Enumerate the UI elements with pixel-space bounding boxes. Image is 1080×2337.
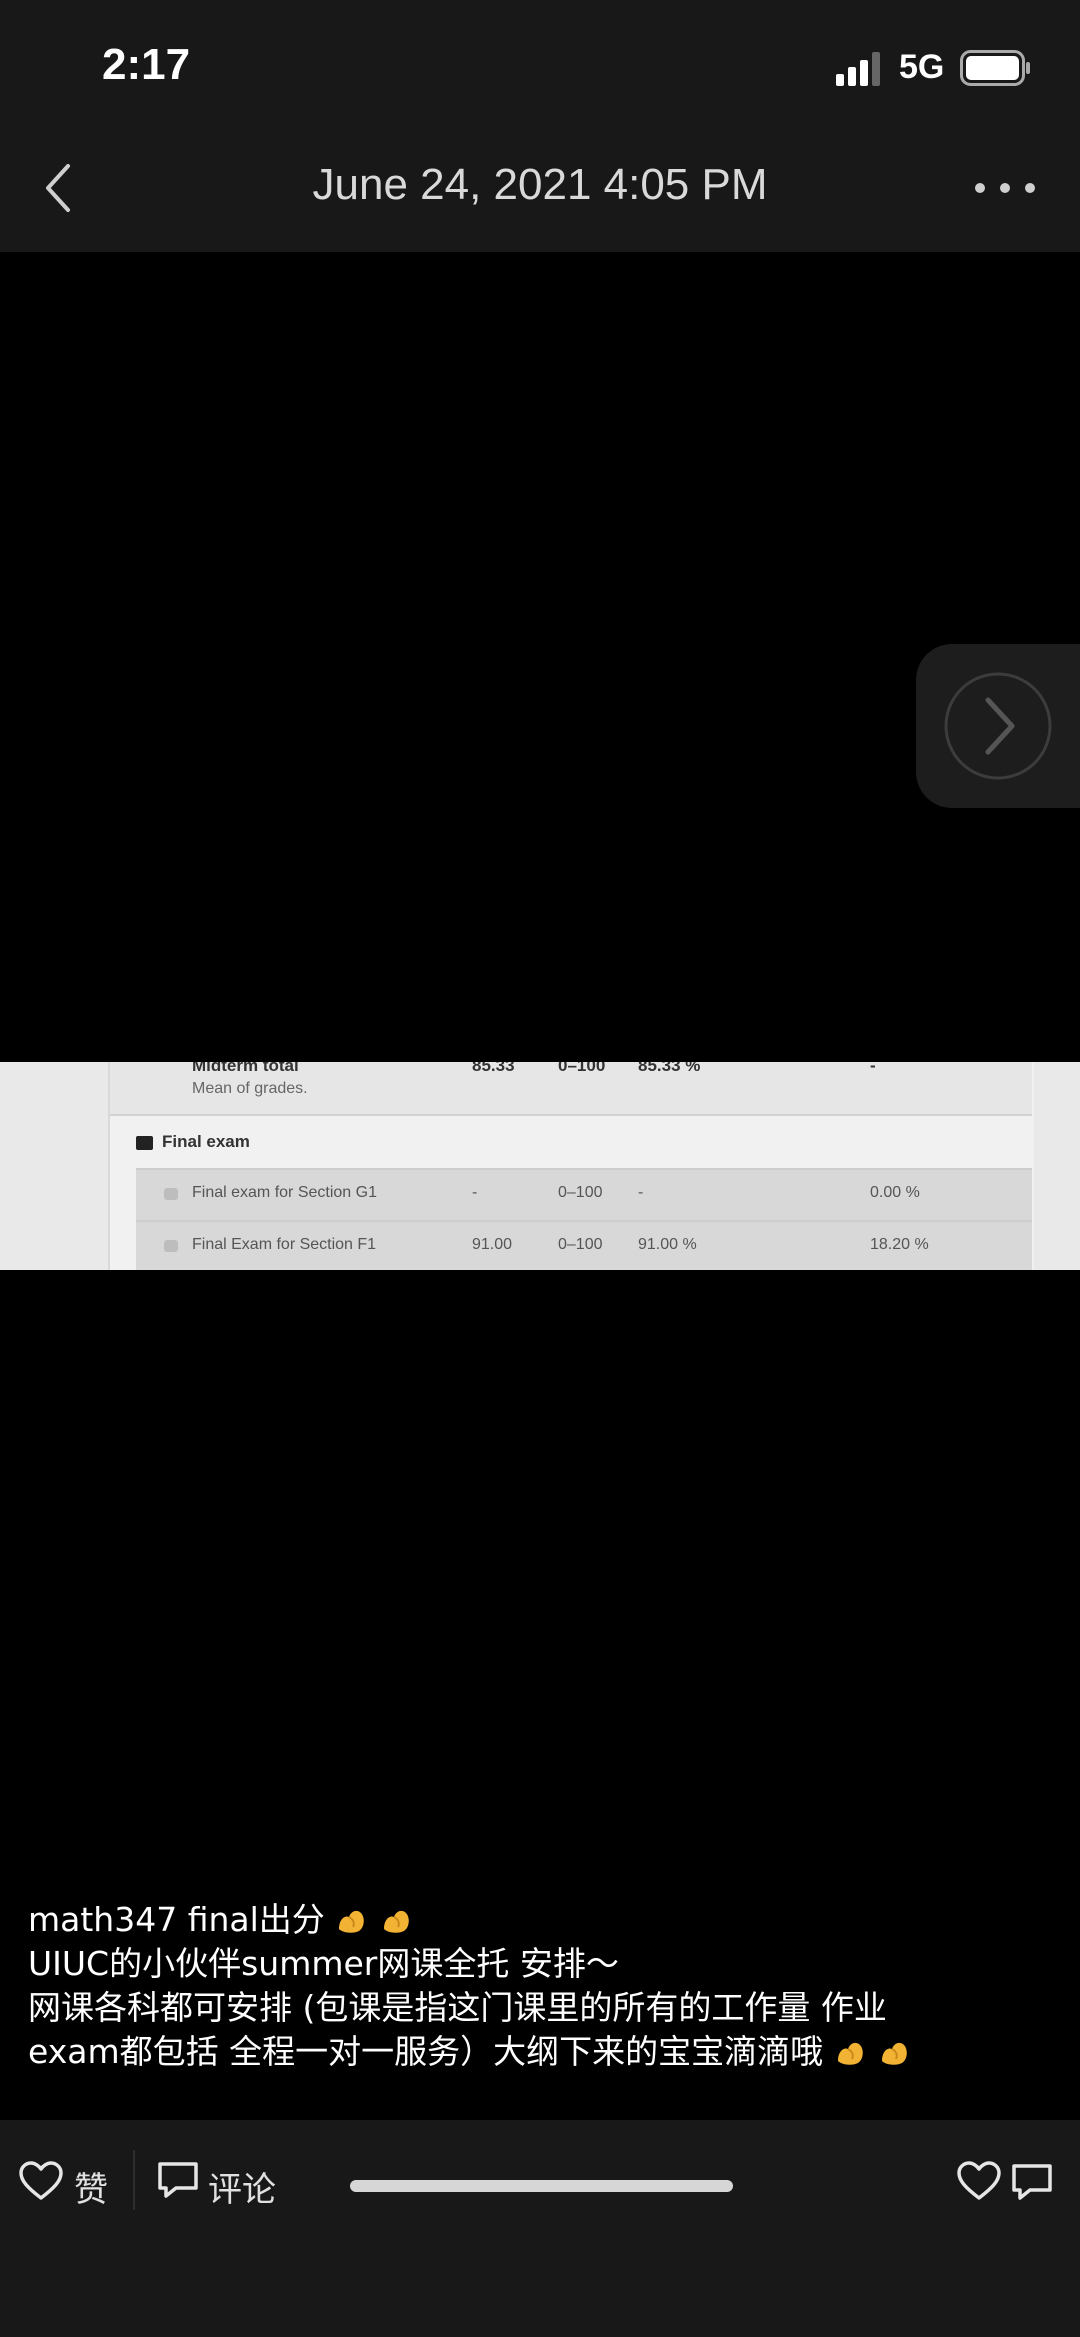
nav-bar: June 24, 2021 4:05 PM	[0, 130, 1080, 252]
grade-cell: 91.00	[472, 1236, 513, 1253]
caption-line: exam都包括 全程一对一服务）大纲下来的宝宝滴滴哦	[28, 2030, 1058, 2074]
heart-icon	[19, 2161, 63, 2200]
percentage-cell: -	[638, 1184, 644, 1201]
range-cell: 0–100	[558, 1062, 606, 1075]
network-label: 5G	[899, 48, 945, 86]
flexed-biceps-emoji	[339, 1910, 365, 1933]
comment-label: 评论	[208, 2170, 276, 2210]
flexed-biceps-emoji	[882, 2042, 907, 2065]
table-row: Midterm total Mean of grades. 85.33 0–10…	[110, 1062, 1032, 1116]
status-time: 2:17	[102, 40, 191, 89]
section-title: Final exam	[162, 1132, 250, 1151]
caption-line: 网课各科都可安排 (包课是指这门课里的所有的工作量 作业	[28, 1988, 887, 2027]
heart-icon[interactable]	[956, 2160, 1002, 2202]
caption-line: UIUC的小伙伴summer网课全托 安排～	[28, 1944, 619, 1983]
more-icon[interactable]	[970, 168, 1040, 208]
gradebook-table: Midterm total Mean of grades. 85.33 0–10…	[108, 1062, 1034, 1270]
contribution-cell: 0.00 %	[870, 1184, 920, 1201]
table-row: Final exam for Section G1 - 0–100 - 0.00…	[136, 1168, 1032, 1220]
grade-item-name: Final Exam for Section F1	[192, 1236, 377, 1253]
action-bar: 赞 评论	[0, 2120, 1080, 2337]
grade-item-description: Mean of grades.	[192, 1080, 308, 1097]
grade-item-name: Midterm total	[192, 1062, 299, 1075]
like-label: 赞	[74, 2170, 108, 2210]
grade-cell: -	[472, 1184, 478, 1201]
range-cell: 0–100	[558, 1184, 603, 1201]
home-indicator[interactable]	[350, 2180, 733, 2192]
chevron-right-icon	[944, 672, 1052, 780]
percentage-cell: 85.33 %	[638, 1062, 701, 1075]
table-row: Final Exam for Section F1 91.00 0–100 91…	[136, 1220, 1032, 1270]
comment-icon	[158, 2162, 198, 2198]
status-bar: 2:17 5G	[0, 0, 1080, 130]
percentage-cell: 91.00 %	[638, 1236, 697, 1253]
assignment-icon	[164, 1240, 178, 1252]
range-cell: 0–100	[558, 1236, 603, 1253]
comment-icon[interactable]	[1010, 2162, 1054, 2204]
folder-icon	[136, 1136, 153, 1150]
grade-item-name: Final exam for Section G1	[192, 1184, 377, 1201]
caption-line: math347 final出分	[28, 1898, 1058, 1942]
grade-cell: 85.33	[472, 1062, 515, 1075]
flexed-biceps-emoji	[383, 1910, 409, 1933]
page-title: June 24, 2021 4:05 PM	[312, 160, 768, 209]
divider	[133, 2150, 135, 2210]
flexed-biceps-emoji	[837, 2042, 863, 2065]
battery-icon	[960, 50, 1030, 86]
post-caption: math347 final出分 UIUC的小伙伴summer网课全托 安排～ 网…	[28, 1898, 1058, 2074]
assignment-icon	[164, 1188, 178, 1200]
next-image-button[interactable]	[916, 644, 1080, 808]
contribution-cell: 18.20 %	[870, 1236, 929, 1253]
signal-icon	[836, 52, 880, 86]
gradebook-photo: Midterm total Mean of grades. 85.33 0–10…	[0, 1062, 1080, 1270]
contribution-cell: -	[870, 1062, 876, 1075]
